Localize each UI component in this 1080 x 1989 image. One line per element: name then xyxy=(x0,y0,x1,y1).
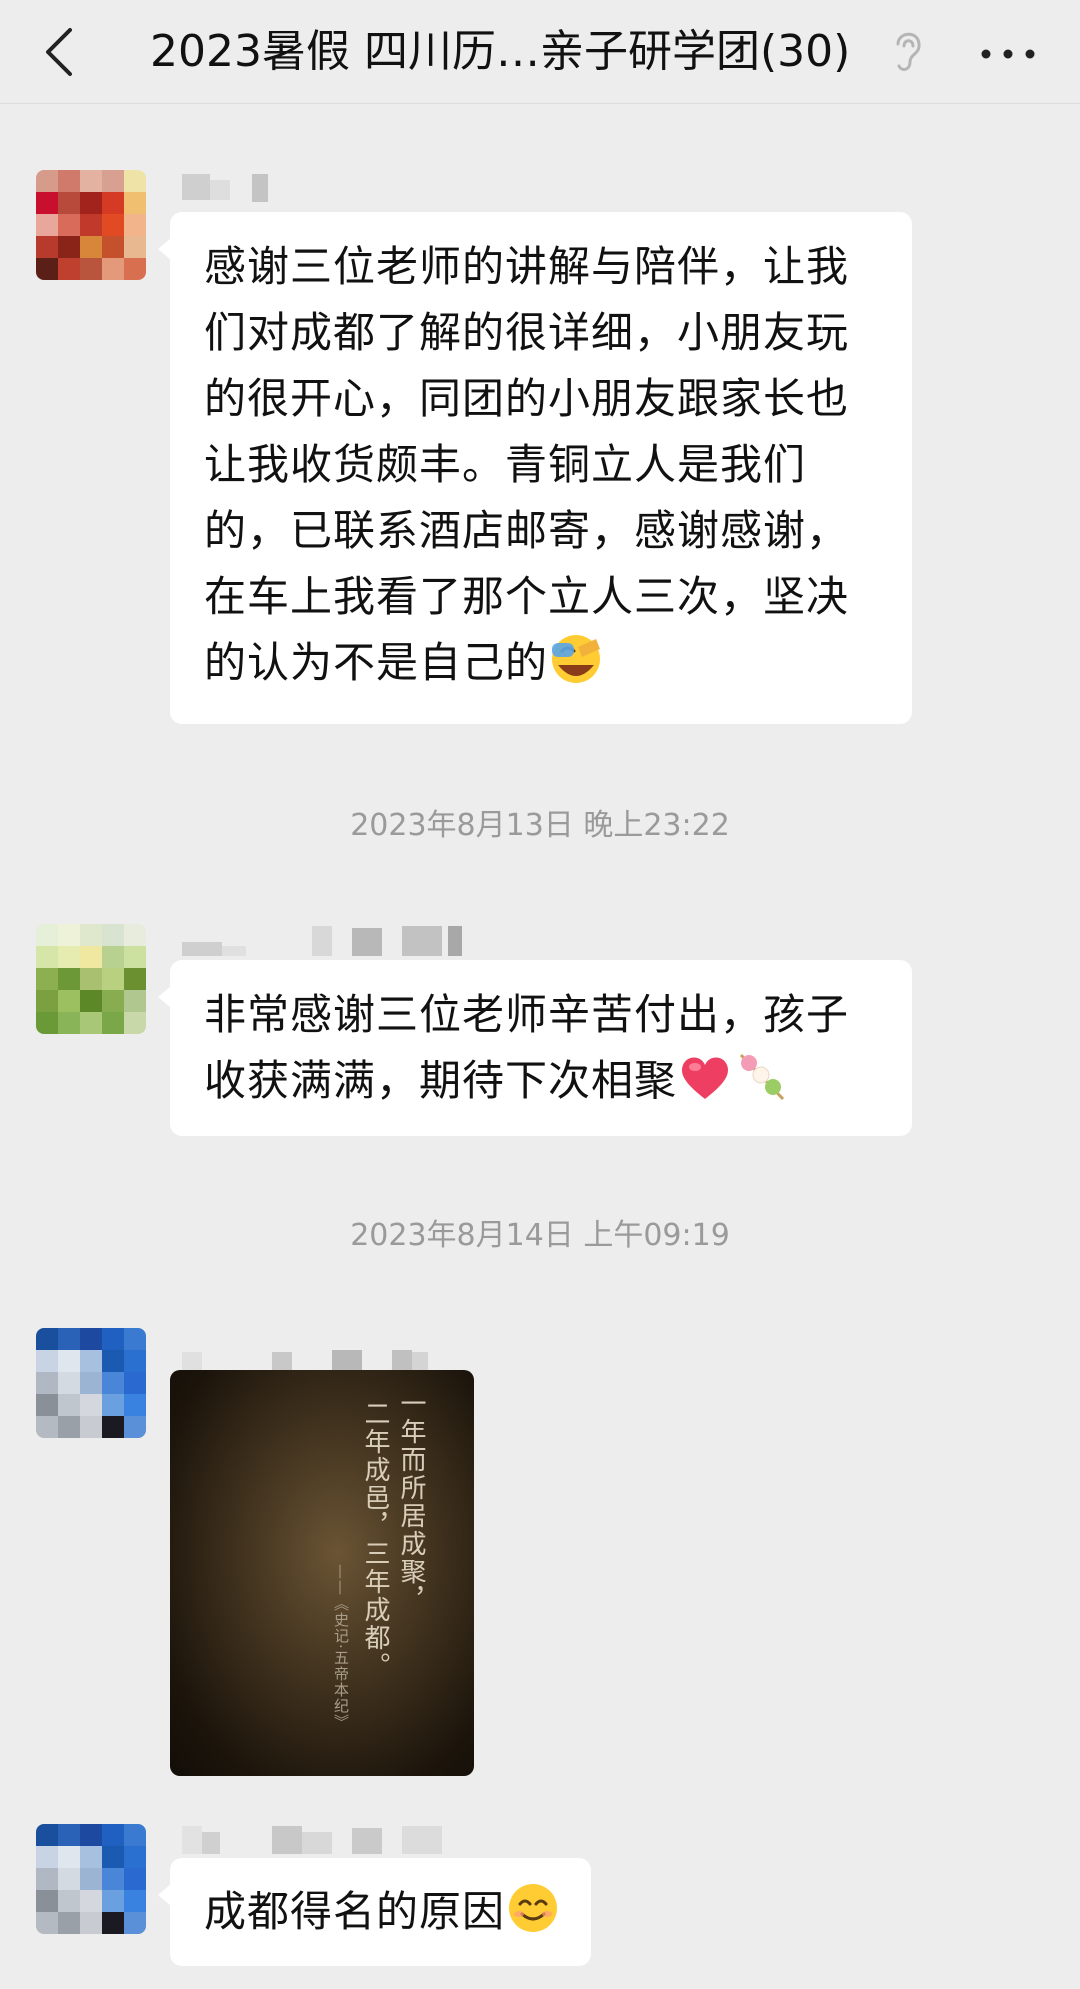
message-text: 感谢三位老师的讲解与陪伴，让我们对成都了解的很详细，小朋友玩的很开心，同团的小朋… xyxy=(204,242,850,687)
timestamp: 2023年8月14日 上午09:19 xyxy=(350,1218,730,1253)
avatar[interactable] xyxy=(36,1328,146,1438)
sender-name-blurred xyxy=(182,1822,482,1856)
chevron-left-icon xyxy=(46,28,72,76)
facepalm-laugh-emoji xyxy=(548,631,604,687)
sender-name-blurred xyxy=(182,924,502,958)
image-message[interactable]: 一年而所居成聚， 二年成邑，三年成都。 ——《史记·五帝本纪》 xyxy=(170,1370,474,1776)
heart-emoji xyxy=(677,1049,733,1105)
poem-line-2: 二年成邑，三年成都。 xyxy=(360,1400,390,1680)
message-bubble[interactable]: 感谢三位老师的讲解与陪伴，让我们对成都了解的很详细，小朋友玩的很开心，同团的小朋… xyxy=(158,212,912,724)
back-button[interactable] xyxy=(40,22,80,82)
dango-emoji xyxy=(733,1049,789,1105)
more-dots-icon xyxy=(981,49,1035,59)
message-bubble[interactable]: 成都得名的原因 xyxy=(157,1858,592,1966)
chat-header: 2023暑假 四川历…亲子研学团(30) xyxy=(0,0,1080,104)
ear-icon[interactable] xyxy=(888,24,928,80)
message-text: 成都得名的原因 xyxy=(204,1887,506,1936)
poem-source: ——《史记·五帝本纪》 xyxy=(332,1564,350,1730)
poem-line-1: 一年而所居成聚， xyxy=(396,1390,426,1614)
more-button[interactable] xyxy=(972,22,1044,82)
chat-title: 2023暑假 四川历…亲子研学团(30) xyxy=(150,26,851,77)
smile-emoji xyxy=(505,1880,561,1936)
timestamp: 2023年8月13日 晚上23:22 xyxy=(350,808,730,843)
avatar[interactable] xyxy=(36,170,146,280)
sender-name-blurred xyxy=(182,170,282,204)
message-bubble[interactable]: 非常感谢三位老师辛苦付出，孩子收获满满，期待下次相聚 xyxy=(158,960,912,1136)
avatar[interactable] xyxy=(36,924,146,1034)
avatar[interactable] xyxy=(36,1824,146,1934)
sender-name-blurred xyxy=(182,1340,482,1374)
